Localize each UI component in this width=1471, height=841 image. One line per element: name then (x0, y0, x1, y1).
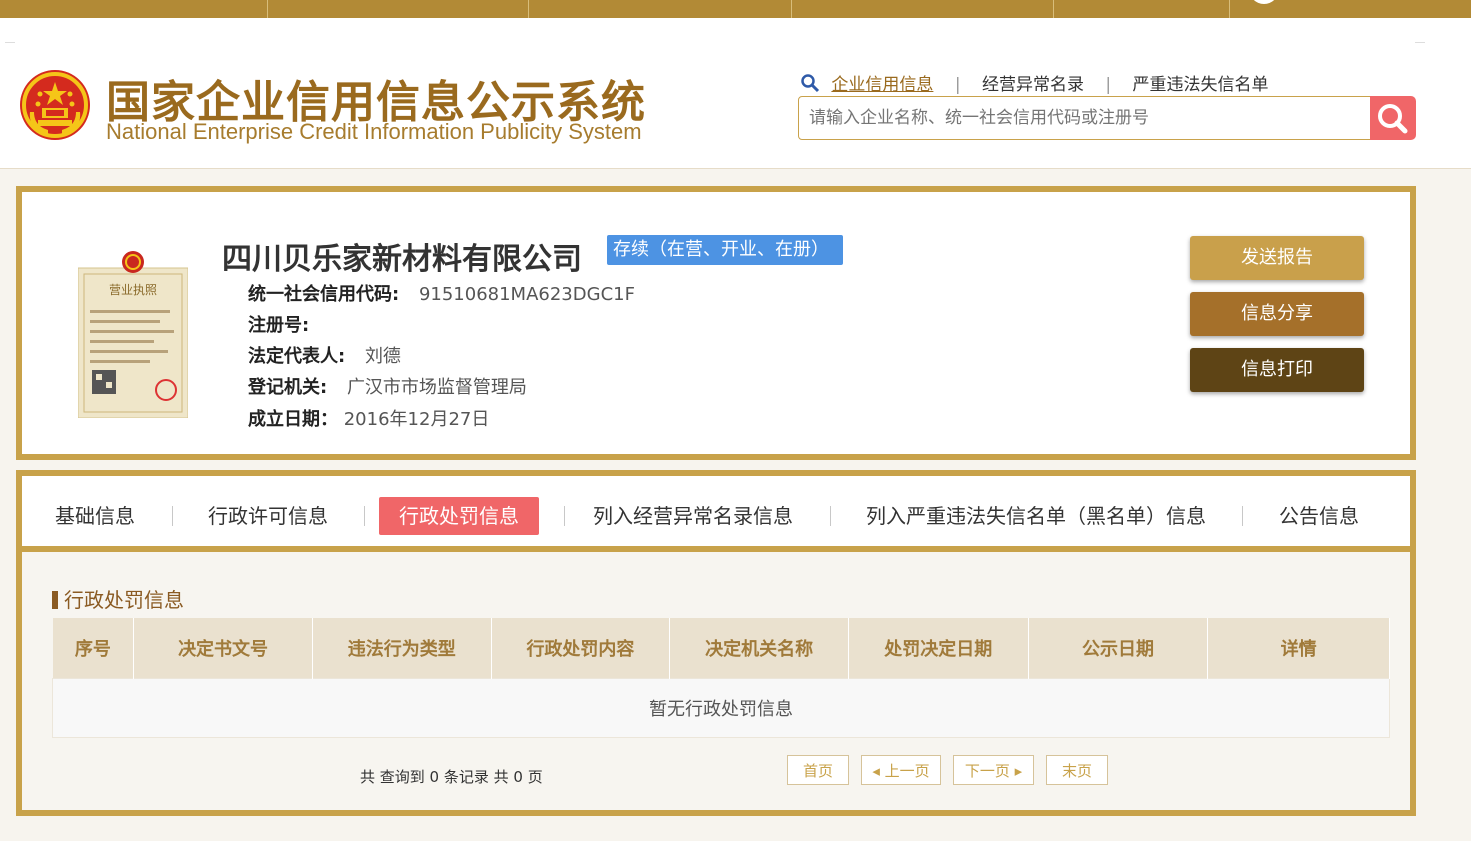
punishment-table: 序号 决定书文号 违法行为类型 行政处罚内容 决定机关名称 处罚决定日期 公示日… (52, 618, 1390, 738)
column-header: 详情 (1207, 618, 1390, 679)
tab-punishment-info[interactable]: 行政处罚信息 (379, 497, 539, 535)
top-nav-bar (0, 0, 1471, 18)
info-label: 统一社会信用代码: (248, 284, 400, 305)
top-nav-divider (1053, 0, 1054, 18)
business-license-icon[interactable]: 营业执照 (78, 250, 188, 418)
table-header-row: 序号 决定书文号 违法行为类型 行政处罚内容 决定机关名称 处罚决定日期 公示日… (52, 618, 1390, 679)
tab-divider (564, 506, 565, 526)
info-value: 广汉市市场监督管理局 (346, 377, 527, 398)
info-value: 2016年12月27日 (343, 409, 490, 430)
info-value: 91510681MA623DGC1F (418, 284, 635, 305)
tab-divider (364, 506, 365, 526)
tab-divider (172, 506, 173, 526)
table-row: 暂无行政处罚信息 (52, 678, 1390, 738)
column-header: 行政处罚内容 (491, 618, 671, 679)
info-row-authority: 登记机关: 广汉市市场监督管理局 (248, 373, 527, 399)
send-report-button[interactable]: 发送报告 (1190, 236, 1364, 280)
info-row-credit-code: 统一社会信用代码: 91510681MA623DGC1F (248, 280, 635, 306)
company-info-card: 营业执照 四川贝乐家新材料有限公司 存续（在营、开业、在册） 统一社会信用代码:… (16, 186, 1416, 460)
header-divider (1415, 42, 1425, 43)
search-button[interactable] (1370, 96, 1416, 140)
section-title: 行政处罚信息 (52, 584, 184, 613)
license-title: 营业执照 (109, 283, 157, 297)
tab-divider: | (1105, 75, 1112, 95)
search-tab-credit-info[interactable]: 企业信用信息 (831, 70, 933, 95)
column-header: 公示日期 (1028, 618, 1209, 679)
section-title-text: 行政处罚信息 (64, 588, 184, 612)
first-page-button[interactable]: 首页 (787, 755, 849, 785)
column-header: 序号 (52, 618, 135, 679)
search-tab-abnormal-list[interactable]: 经营异常名录 (982, 70, 1084, 95)
search-category-tabs: 企业信用信息 | 经营异常名录 | 严重违法失信名单 (800, 70, 1269, 98)
print-info-button[interactable]: 信息打印 (1190, 348, 1364, 392)
info-label: 法定代表人: (248, 346, 346, 367)
column-header: 决定书文号 (133, 618, 313, 679)
search-tab-blacklist[interactable]: 严重违法失信名单 (1133, 70, 1269, 95)
column-header: 处罚决定日期 (848, 618, 1029, 679)
column-header: 决定机关名称 (669, 618, 849, 679)
tab-announcement-info[interactable]: 公告信息 (1279, 497, 1359, 535)
tab-blacklist-info[interactable]: 列入严重违法失信名单（黑名单）信息 (866, 497, 1206, 535)
info-label: 注册号: (248, 315, 310, 336)
detail-section: 基础信息 行政许可信息 行政处罚信息 列入经营异常名录信息 列入严重违法失信名单… (16, 470, 1416, 816)
user-icon[interactable] (1249, 0, 1279, 4)
company-name: 四川贝乐家新材料有限公司 (222, 242, 582, 277)
site-subtitle: National Enterprise Credit Information P… (106, 119, 642, 144)
info-label: 成立日期： (248, 409, 338, 430)
chevron-right-icon: ▸ (1009, 762, 1023, 780)
info-row-reg-number: 注册号: (248, 311, 309, 337)
share-info-button[interactable]: 信息分享 (1190, 292, 1364, 336)
status-badge: 存续（在营、开业、在册） (607, 235, 843, 265)
next-page-button[interactable]: 下一页 ▸ (953, 755, 1034, 785)
top-nav-divider (791, 0, 792, 18)
prev-page-button[interactable]: ◂ 上一页 (861, 755, 941, 785)
info-label: 登记机关: (248, 377, 328, 398)
header-divider (5, 42, 15, 43)
tab-abnormal-list-info[interactable]: 列入经营异常名录信息 (593, 497, 793, 535)
section-marker (52, 591, 58, 609)
search-icon (800, 73, 820, 98)
tab-license-info[interactable]: 行政许可信息 (208, 497, 328, 535)
info-row-founded: 成立日期： 2016年12月27日 (248, 405, 489, 431)
detail-tab-bar: 基础信息 行政许可信息 行政处罚信息 列入经营异常名录信息 列入严重违法失信名单… (22, 476, 1410, 552)
top-nav-divider (528, 0, 529, 18)
tab-divider: | (954, 75, 961, 95)
search-input[interactable] (807, 97, 1361, 139)
search-box (798, 96, 1372, 140)
tab-divider (830, 506, 831, 526)
tab-basic-info[interactable]: 基础信息 (55, 497, 135, 535)
chevron-left-icon: ◂ (872, 762, 885, 780)
top-nav-divider (1229, 0, 1230, 18)
prev-page-label: 上一页 (884, 762, 930, 780)
site-header: 国家企业信用信息公示系统 National Enterprise Credit … (0, 18, 1471, 169)
info-value: 刘德 (364, 346, 401, 367)
top-nav-divider (267, 0, 268, 18)
national-emblem-icon (20, 70, 90, 140)
search-icon (1378, 104, 1408, 134)
empty-message: 暂无行政处罚信息 (52, 678, 1390, 738)
tab-divider (1242, 506, 1243, 526)
column-header: 违法行为类型 (312, 618, 492, 679)
last-page-button[interactable]: 末页 (1046, 755, 1108, 785)
record-count: 共 查询到 0 条记录 共 0 页 (360, 768, 543, 786)
info-row-legal-rep: 法定代表人: 刘德 (248, 342, 401, 368)
next-page-label: 下一页 (964, 762, 1010, 780)
